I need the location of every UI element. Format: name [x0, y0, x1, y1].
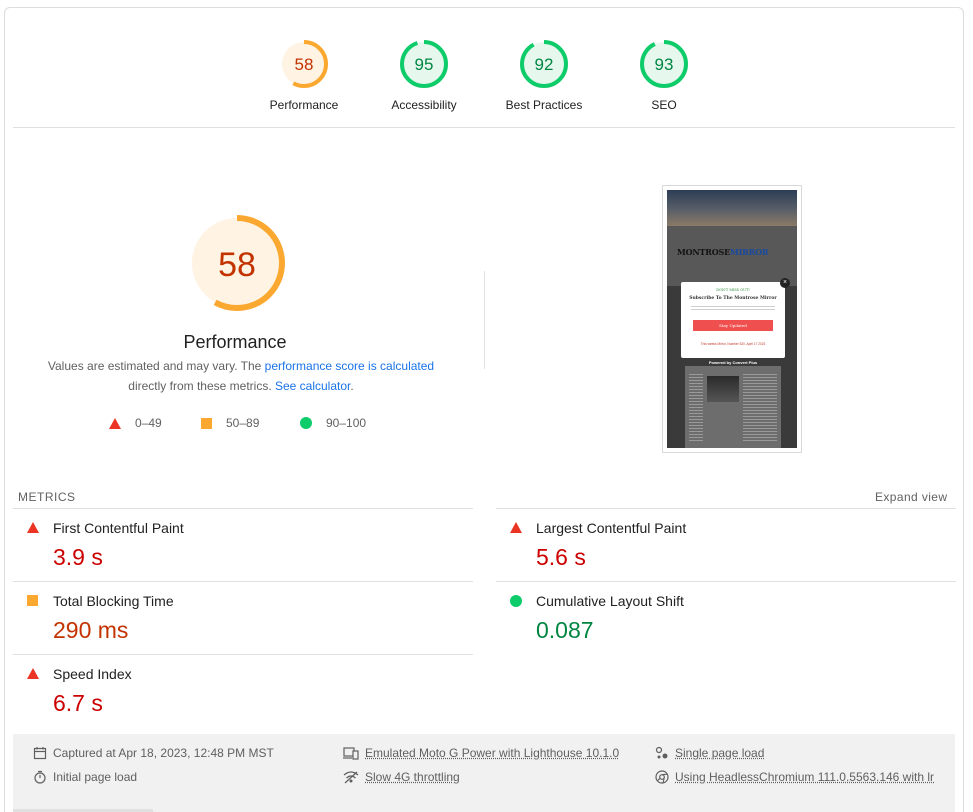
browser-version[interactable]: Using HeadlessChromium 111.0.5563.146 wi… [655, 770, 934, 784]
metric-value: 6.7 s [53, 690, 103, 716]
metric-first-contentful-paint: First Contentful Paint 3.9 s [13, 508, 473, 580]
metric-cumulative-layout-shift: Cumulative Layout Shift 0.087 [496, 581, 956, 653]
captured-text: Captured at Apr 18, 2023, 12:48 PM MST [53, 746, 274, 760]
metric-name: Cumulative Layout Shift [536, 593, 684, 609]
square-icon [27, 595, 38, 606]
legend-label: 90–100 [326, 416, 367, 430]
emulated-text: Emulated Moto G Power with Lighthouse 10… [365, 746, 620, 760]
metric-name: Speed Index [53, 666, 132, 682]
logo-text: MONTROSE [677, 247, 730, 257]
runtime-settings: Captured at Apr 18, 2023, 12:48 PM MST I… [13, 734, 955, 812]
performance-description: Values are estimated and may vary. The p… [29, 356, 453, 396]
close-icon: × [780, 278, 790, 288]
metric-name: First Contentful Paint [53, 520, 184, 536]
divider [484, 271, 485, 369]
gauge-seo[interactable]: 93 SEO [604, 38, 724, 112]
circle-icon [510, 595, 522, 607]
metric-speed-index: Speed Index 6.7 s [13, 654, 473, 726]
powered-caption: Powered by Convert Plus [708, 360, 758, 365]
legend-fail: 0–49 [109, 416, 162, 430]
wifi-icon [343, 771, 359, 784]
news-preview [685, 366, 781, 448]
triangle-icon [27, 522, 39, 533]
legend-average: 50–89 [201, 416, 259, 430]
session-icon [655, 746, 668, 759]
performance-score-link[interactable]: performance score is calculated [265, 359, 434, 373]
popup-kicker: DON'T MISS OUT! [716, 288, 750, 292]
captured-at: Captured at Apr 18, 2023, 12:48 PM MST [33, 746, 274, 760]
initial-page-load: Initial page load [33, 770, 137, 784]
metric-value: 3.9 s [53, 544, 103, 570]
gauge-best-practices[interactable]: 92 Best Practices [484, 38, 604, 112]
gauge-score: 95 [415, 55, 434, 74]
square-icon [201, 417, 212, 429]
gauge-label: Performance [269, 98, 339, 112]
divider [13, 127, 955, 128]
desc-text: Values are estimated and may vary. The [47, 359, 265, 373]
legend-label: 0–49 [135, 416, 162, 430]
gauge-ring: 92 [520, 40, 568, 88]
gauge-score: 93 [655, 55, 674, 74]
subscribe-popup: DON'T MISS OUT! Subscribe To The Montros… [681, 282, 785, 358]
legend-label: 50–89 [226, 416, 260, 430]
metric-name: Total Blocking Time [53, 593, 174, 609]
metric-value: 5.6 s [536, 544, 586, 570]
triangle-icon [109, 417, 121, 429]
performance-score: 58 [218, 246, 256, 284]
popup-footer: This weeks Mirror, Number 520, April 17 … [700, 342, 766, 346]
legend-pass: 90–100 [300, 416, 366, 430]
network-throttling[interactable]: Slow 4G throttling [343, 770, 460, 784]
site-logo: MONTROSEMIRROR [677, 247, 768, 257]
browser-text: Using HeadlessChromium 111.0.5563.146 wi… [675, 770, 935, 784]
metric-largest-contentful-paint: Largest Contentful Paint 5.6 s [496, 508, 956, 580]
hero-image [667, 190, 797, 226]
calendar-icon [33, 747, 47, 760]
throttling-text: Slow 4G throttling [365, 770, 460, 784]
timer-icon [34, 770, 46, 784]
triangle-icon [510, 522, 522, 533]
device-icon [343, 747, 359, 760]
popup-title: Subscribe To The Montrose Mirror [689, 296, 777, 301]
gauge-score: 92 [535, 55, 554, 74]
logo-text: MIRROR [729, 247, 769, 257]
desc-text: directly from these metrics. [128, 379, 275, 393]
gauge-label: SEO [651, 98, 677, 112]
final-screenshot[interactable]: MONTROSEMIRROR Powered by Convert Plus D… [662, 185, 802, 453]
metric-value: 0.087 [536, 617, 594, 643]
screenshot-image: MONTROSEMIRROR Powered by Convert Plus D… [667, 190, 797, 448]
expand-view-toggle[interactable]: Expand view [875, 490, 947, 504]
performance-title: Performance [183, 332, 287, 352]
metric-value: 290 ms [53, 617, 129, 643]
report-card: 58 Performance 95 Accessibility 92 Best … [4, 7, 964, 812]
gauge-ring: 58 [280, 40, 328, 88]
popup-button: Stay Updated [693, 320, 773, 331]
triangle-icon [27, 668, 39, 679]
chrome-icon [655, 770, 669, 784]
metrics-heading: METRICS [18, 490, 76, 504]
single-text: Single page load [675, 746, 765, 760]
gauge-score: 58 [295, 55, 314, 74]
metric-name: Largest Contentful Paint [536, 520, 687, 536]
calculator-link[interactable]: See calculator [275, 379, 350, 393]
gauge-ring: 95 [400, 40, 448, 88]
performance-gauge-large: 58 [188, 214, 286, 317]
single-page-load[interactable]: Single page load [655, 746, 764, 760]
emulated-device[interactable]: Emulated Moto G Power with Lighthouse 10… [343, 746, 619, 760]
circle-icon [300, 417, 312, 429]
desc-text: . [350, 379, 354, 393]
gauge-ring: 93 [640, 40, 688, 88]
category-gauges: 58 Performance 95 Accessibility 92 Best … [5, 38, 963, 118]
metric-total-blocking-time: Total Blocking Time 290 ms [13, 581, 473, 653]
gauge-accessibility[interactable]: 95 Accessibility [364, 38, 484, 112]
initial-text: Initial page load [53, 770, 138, 784]
gauge-label: Best Practices [505, 98, 583, 112]
gauge-performance[interactable]: 58 Performance [244, 38, 364, 112]
gauge-label: Accessibility [391, 98, 457, 112]
